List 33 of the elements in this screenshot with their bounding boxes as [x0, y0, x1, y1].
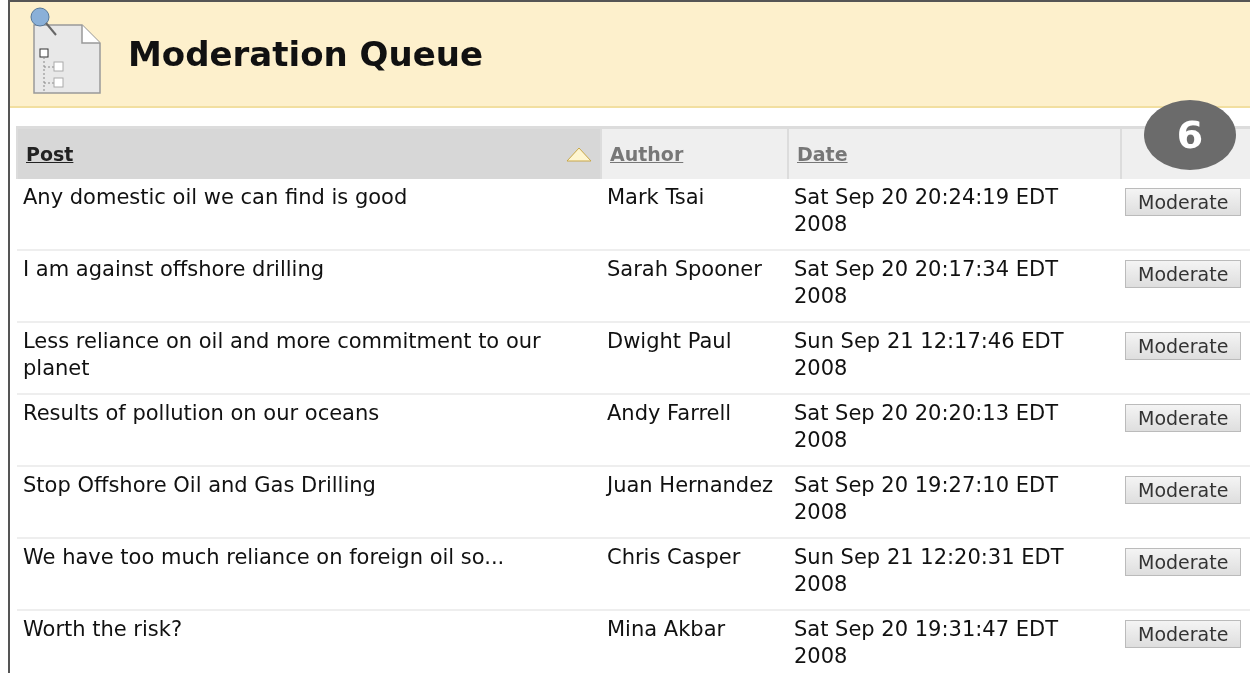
author-name: Sarah Spooner — [607, 257, 762, 281]
page-title: Moderation Queue — [128, 34, 484, 74]
author-name: Andy Farrell — [607, 401, 732, 425]
sort-link[interactable]: Author — [610, 143, 684, 165]
moderate-button[interactable]: Moderate — [1125, 476, 1242, 504]
post-title: Results of pollution on our oceans — [23, 401, 380, 425]
post-title: Stop Offshore Oil and Gas Drilling — [23, 473, 376, 497]
post-title: Any domestic oil we can find is good — [23, 185, 408, 209]
moderate-button[interactable]: Moderate — [1125, 620, 1242, 648]
post-date: Sat Sep 20 19:27:10 EDT 2008 — [794, 473, 1059, 524]
moderate-button[interactable]: Moderate — [1125, 332, 1242, 360]
author-name: Juan Hernandez — [607, 473, 774, 497]
author-name: Mina Akbar — [607, 617, 726, 641]
post-date: Sun Sep 21 12:20:31 EDT 2008 — [794, 545, 1064, 596]
sort-link[interactable]: Date — [797, 143, 848, 165]
post-date: Sat Sep 20 20:20:13 EDT 2008 — [794, 401, 1059, 452]
author-name: Mark Tsai — [607, 185, 705, 209]
post-title: I am against offshore drilling — [23, 257, 325, 281]
moderate-button[interactable]: Moderate — [1125, 548, 1242, 576]
moderate-button[interactable]: Moderate — [1125, 188, 1242, 216]
sort-ascending-icon — [566, 146, 592, 162]
author-name: Chris Casper — [607, 545, 741, 569]
post-title: Worth the risk? — [23, 617, 183, 641]
moderate-button[interactable]: Moderate — [1125, 260, 1242, 288]
post-title: We have too much reliance on foreign oil so... — [23, 545, 505, 569]
author-name: Dwight Paul — [607, 329, 732, 353]
sort-link[interactable]: Post — [26, 143, 74, 165]
post-date: Sat Sep 20 19:31:47 EDT 2008 — [794, 617, 1059, 668]
post-title: Less reliance on oil and more commitment to our planet — [23, 329, 541, 380]
post-date: Sat Sep 20 20:17:34 EDT 2008 — [794, 257, 1059, 308]
post-date: Sun Sep 21 12:17:46 EDT 2008 — [794, 329, 1064, 380]
post-date: Sat Sep 20 20:24:19 EDT 2008 — [794, 185, 1059, 236]
moderate-button[interactable]: Moderate — [1125, 404, 1242, 432]
